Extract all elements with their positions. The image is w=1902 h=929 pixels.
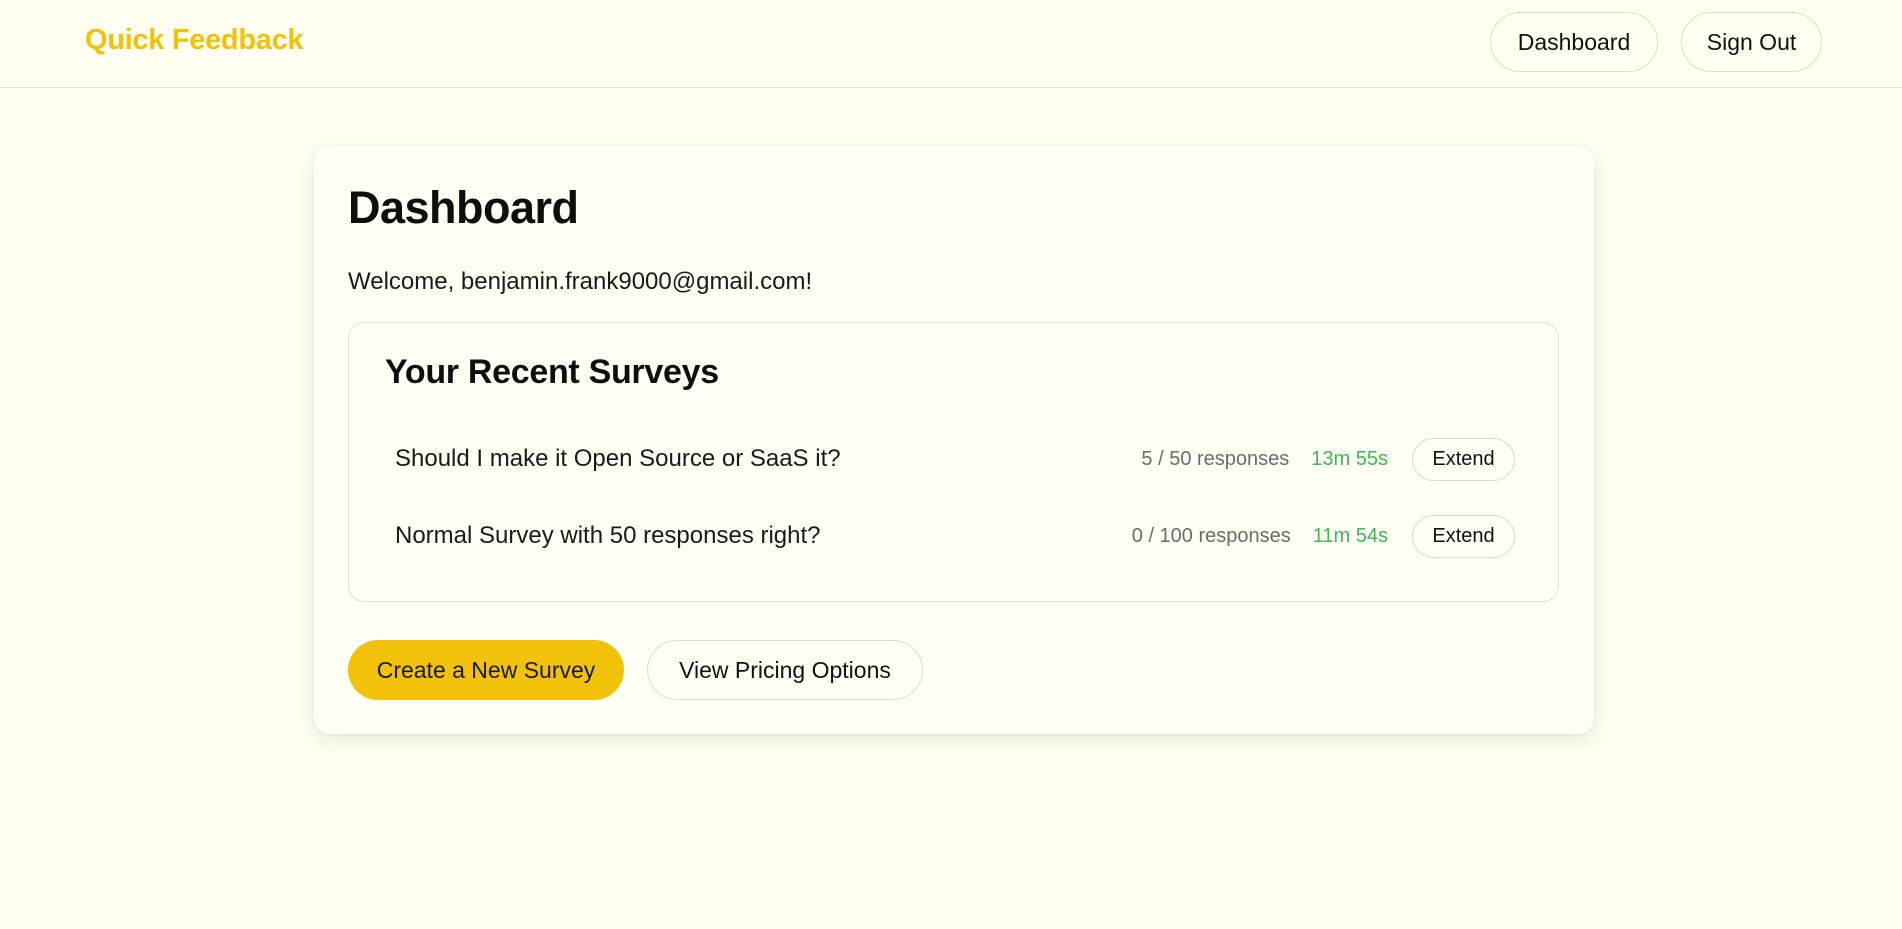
- extend-button[interactable]: Extend: [1412, 437, 1515, 481]
- sign-out-button[interactable]: Sign Out: [1681, 12, 1822, 72]
- survey-response-count: 0 / 100 responses: [1131, 524, 1291, 547]
- survey-response-count: 5 / 50 responses: [1141, 447, 1290, 470]
- dashboard-card: Dashboard Welcome, benjamin.frank9000@gm…: [314, 146, 1594, 734]
- survey-list-item: Normal Survey with 50 responses right? 0…: [395, 514, 1515, 558]
- top-navbar: Quick Feedback Dashboard Sign Out: [0, 0, 1902, 88]
- survey-time-remaining: 11m 54s: [1312, 524, 1388, 547]
- dashboard-nav-button[interactable]: Dashboard: [1490, 12, 1658, 72]
- survey-time-remaining: 13m 55s: [1311, 447, 1388, 470]
- create-survey-button[interactable]: Create a New Survey: [348, 640, 624, 700]
- welcome-message: Welcome, benjamin.frank9000@gmail.com!: [348, 268, 813, 295]
- brand-logo[interactable]: Quick Feedback: [85, 24, 304, 57]
- survey-name[interactable]: Should I make it Open Source or SaaS it?: [395, 445, 1141, 473]
- extend-button[interactable]: Extend: [1412, 514, 1515, 558]
- survey-list-item: Should I make it Open Source or SaaS it?…: [395, 437, 1515, 481]
- view-pricing-button[interactable]: View Pricing Options: [647, 640, 923, 700]
- recent-surveys-panel: Your Recent Surveys Should I make it Ope…: [348, 322, 1559, 602]
- survey-name[interactable]: Normal Survey with 50 responses right?: [395, 522, 1132, 550]
- page-title: Dashboard: [348, 182, 579, 233]
- recent-surveys-title: Your Recent Surveys: [385, 353, 719, 391]
